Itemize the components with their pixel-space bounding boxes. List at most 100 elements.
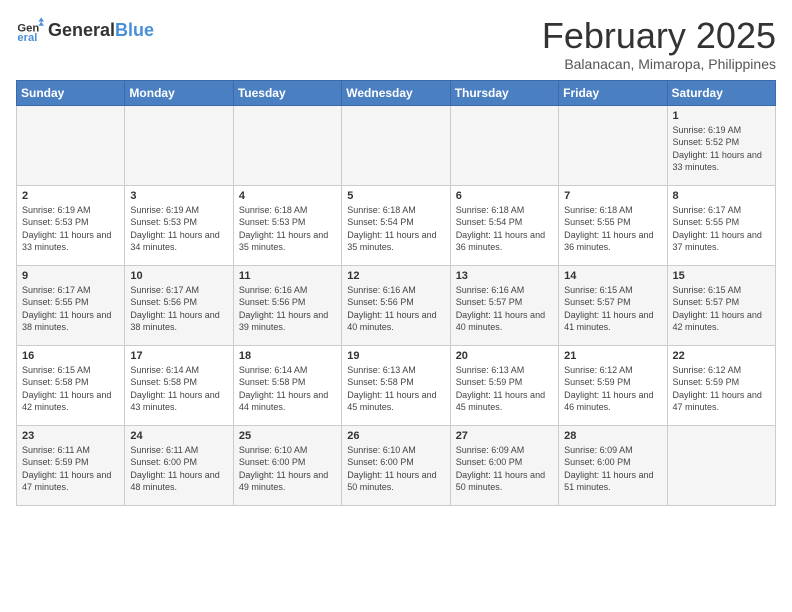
calendar-day-cell: 28 Sunrise: 6:09 AM Sunset: 6:00 PM Dayli… [559, 425, 667, 505]
calendar-day-cell: 11 Sunrise: 6:16 AM Sunset: 5:56 PM Dayli… [233, 265, 341, 345]
calendar-day-cell: 15 Sunrise: 6:15 AM Sunset: 5:57 PM Dayli… [667, 265, 775, 345]
day-info: Sunrise: 6:17 AM Sunset: 5:56 PM Dayligh… [130, 284, 227, 334]
day-info: Sunrise: 6:11 AM Sunset: 6:00 PM Dayligh… [130, 444, 227, 494]
day-number: 23 [22, 430, 119, 442]
day-number: 2 [22, 190, 119, 202]
day-info: Sunrise: 6:11 AM Sunset: 5:59 PM Dayligh… [22, 444, 119, 494]
calendar-day-cell [125, 105, 233, 185]
day-info: Sunrise: 6:10 AM Sunset: 6:00 PM Dayligh… [239, 444, 336, 494]
day-info: Sunrise: 6:16 AM Sunset: 5:57 PM Dayligh… [456, 284, 553, 334]
calendar-day-cell: 4 Sunrise: 6:18 AM Sunset: 5:53 PM Daylig… [233, 185, 341, 265]
calendar-day-cell: 17 Sunrise: 6:14 AM Sunset: 5:58 PM Dayli… [125, 345, 233, 425]
calendar-subtitle: Balanacan, Mimaropa, Philippines [542, 56, 776, 72]
day-info: Sunrise: 6:16 AM Sunset: 5:56 PM Dayligh… [347, 284, 444, 334]
day-number: 19 [347, 350, 444, 362]
day-number: 5 [347, 190, 444, 202]
calendar-day-cell: 7 Sunrise: 6:18 AM Sunset: 5:55 PM Daylig… [559, 185, 667, 265]
day-number: 18 [239, 350, 336, 362]
calendar-day-cell: 5 Sunrise: 6:18 AM Sunset: 5:54 PM Daylig… [342, 185, 450, 265]
day-number: 1 [673, 110, 770, 122]
calendar-week-row: 9 Sunrise: 6:17 AM Sunset: 5:55 PM Daylig… [17, 265, 776, 345]
day-info: Sunrise: 6:15 AM Sunset: 5:58 PM Dayligh… [22, 364, 119, 414]
day-number: 8 [673, 190, 770, 202]
day-number: 14 [564, 270, 661, 282]
weekday-header: Thursday [450, 80, 558, 105]
day-info: Sunrise: 6:18 AM Sunset: 5:53 PM Dayligh… [239, 204, 336, 254]
day-number: 7 [564, 190, 661, 202]
calendar-week-row: 2 Sunrise: 6:19 AM Sunset: 5:53 PM Daylig… [17, 185, 776, 265]
title-section: February 2025 Balanacan, Mimaropa, Phili… [542, 16, 776, 72]
day-info: Sunrise: 6:16 AM Sunset: 5:56 PM Dayligh… [239, 284, 336, 334]
calendar-title: February 2025 [542, 16, 776, 56]
day-info: Sunrise: 6:10 AM Sunset: 6:00 PM Dayligh… [347, 444, 444, 494]
calendar-day-cell [17, 105, 125, 185]
day-info: Sunrise: 6:14 AM Sunset: 5:58 PM Dayligh… [130, 364, 227, 414]
calendar-day-cell: 10 Sunrise: 6:17 AM Sunset: 5:56 PM Dayli… [125, 265, 233, 345]
calendar-day-cell: 2 Sunrise: 6:19 AM Sunset: 5:53 PM Daylig… [17, 185, 125, 265]
weekday-header: Sunday [17, 80, 125, 105]
calendar-table: SundayMondayTuesdayWednesdayThursdayFrid… [16, 80, 776, 506]
day-number: 27 [456, 430, 553, 442]
day-number: 4 [239, 190, 336, 202]
day-info: Sunrise: 6:09 AM Sunset: 6:00 PM Dayligh… [564, 444, 661, 494]
day-info: Sunrise: 6:19 AM Sunset: 5:53 PM Dayligh… [22, 204, 119, 254]
weekday-header: Wednesday [342, 80, 450, 105]
calendar-day-cell: 14 Sunrise: 6:15 AM Sunset: 5:57 PM Dayli… [559, 265, 667, 345]
day-number: 6 [456, 190, 553, 202]
calendar-day-cell: 27 Sunrise: 6:09 AM Sunset: 6:00 PM Dayli… [450, 425, 558, 505]
day-number: 11 [239, 270, 336, 282]
calendar-day-cell: 22Sunrise: 6:12 AM Sunset: 5:59 PM Dayli… [667, 345, 775, 425]
day-number: 15 [673, 270, 770, 282]
day-info: Sunrise: 6:12 AM Sunset: 5:59 PM Dayligh… [673, 364, 770, 414]
calendar-header-row: SundayMondayTuesdayWednesdayThursdayFrid… [17, 80, 776, 105]
day-info: Sunrise: 6:15 AM Sunset: 5:57 PM Dayligh… [564, 284, 661, 334]
calendar-week-row: 23 Sunrise: 6:11 AM Sunset: 5:59 PM Dayli… [17, 425, 776, 505]
calendar-day-cell [559, 105, 667, 185]
day-number: 28 [564, 430, 661, 442]
calendar-day-cell: 13 Sunrise: 6:16 AM Sunset: 5:57 PM Dayli… [450, 265, 558, 345]
day-info: Sunrise: 6:18 AM Sunset: 5:55 PM Dayligh… [564, 204, 661, 254]
day-info: Sunrise: 6:17 AM Sunset: 5:55 PM Dayligh… [673, 204, 770, 254]
svg-text:eral: eral [17, 32, 37, 44]
day-number: 17 [130, 350, 227, 362]
day-number: 12 [347, 270, 444, 282]
calendar-day-cell: 9 Sunrise: 6:17 AM Sunset: 5:55 PM Daylig… [17, 265, 125, 345]
calendar-day-cell: 19 Sunrise: 6:13 AM Sunset: 5:58 PM Dayli… [342, 345, 450, 425]
day-info: Sunrise: 6:18 AM Sunset: 5:54 PM Dayligh… [456, 204, 553, 254]
day-number: 25 [239, 430, 336, 442]
day-info: Sunrise: 6:17 AM Sunset: 5:55 PM Dayligh… [22, 284, 119, 334]
day-info: Sunrise: 6:09 AM Sunset: 6:00 PM Dayligh… [456, 444, 553, 494]
day-number: 9 [22, 270, 119, 282]
day-info: Sunrise: 6:18 AM Sunset: 5:54 PM Dayligh… [347, 204, 444, 254]
day-info: Sunrise: 6:15 AM Sunset: 5:57 PM Dayligh… [673, 284, 770, 334]
page-header: Gen eral GeneralBlue February 2025 Balan… [16, 16, 776, 72]
weekday-header: Saturday [667, 80, 775, 105]
weekday-header: Monday [125, 80, 233, 105]
calendar-day-cell: 26Sunrise: 6:10 AM Sunset: 6:00 PM Dayli… [342, 425, 450, 505]
day-number: 10 [130, 270, 227, 282]
calendar-week-row: 1 Sunrise: 6:19 AM Sunset: 5:52 PM Daylig… [17, 105, 776, 185]
day-number: 16 [22, 350, 119, 362]
calendar-day-cell: 1 Sunrise: 6:19 AM Sunset: 5:52 PM Daylig… [667, 105, 775, 185]
calendar-day-cell: 6 Sunrise: 6:18 AM Sunset: 5:54 PM Daylig… [450, 185, 558, 265]
calendar-day-cell: 23 Sunrise: 6:11 AM Sunset: 5:59 PM Dayli… [17, 425, 125, 505]
day-info: Sunrise: 6:19 AM Sunset: 5:53 PM Dayligh… [130, 204, 227, 254]
day-info: Sunrise: 6:12 AM Sunset: 5:59 PM Dayligh… [564, 364, 661, 414]
calendar-week-row: 16 Sunrise: 6:15 AM Sunset: 5:58 PM Dayli… [17, 345, 776, 425]
calendar-day-cell: 21Sunrise: 6:12 AM Sunset: 5:59 PM Dayli… [559, 345, 667, 425]
day-number: 24 [130, 430, 227, 442]
day-number: 3 [130, 190, 227, 202]
calendar-day-cell: 18Sunrise: 6:14 AM Sunset: 5:58 PM Dayli… [233, 345, 341, 425]
calendar-day-cell: 8 Sunrise: 6:17 AM Sunset: 5:55 PM Daylig… [667, 185, 775, 265]
logo-text-blue: Blue [115, 20, 154, 41]
day-info: Sunrise: 6:13 AM Sunset: 5:58 PM Dayligh… [347, 364, 444, 414]
calendar-day-cell [233, 105, 341, 185]
logo-icon: Gen eral [16, 16, 44, 44]
weekday-header: Friday [559, 80, 667, 105]
day-info: Sunrise: 6:19 AM Sunset: 5:52 PM Dayligh… [673, 124, 770, 174]
day-number: 13 [456, 270, 553, 282]
calendar-day-cell [450, 105, 558, 185]
calendar-day-cell [342, 105, 450, 185]
calendar-day-cell: 25 Sunrise: 6:10 AM Sunset: 6:00 PM Dayli… [233, 425, 341, 505]
calendar-day-cell: 20Sunrise: 6:13 AM Sunset: 5:59 PM Dayli… [450, 345, 558, 425]
